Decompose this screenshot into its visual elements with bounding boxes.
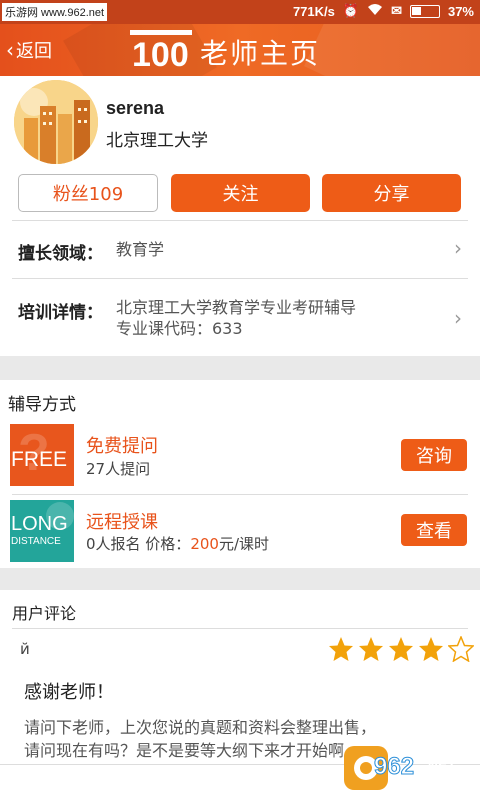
distance-icon-text: DISTANCE [11,536,61,547]
network-speed: 771K/s [292,3,335,19]
training-line2: 专业课代码：633 [116,319,243,338]
training-line1: 北京理工大学教育学专业考研辅导 [116,298,357,317]
source-label: 乐游网 www.962.net [2,3,108,21]
header-decoration [304,24,480,76]
free-icon-text: FREE [11,448,67,471]
wifi-icon [367,3,383,19]
expertise-value: 教育学 [116,240,165,259]
follow-button[interactable]: 关注 [171,174,310,212]
service-name: 远程授课 [86,512,158,533]
watermark-sub: 乐游网 [430,779,469,794]
watermark-number: 962 [374,753,414,780]
star-filled-icon [389,637,413,661]
service-sub: 27人提问 [86,460,151,478]
battery-level: 37% [447,3,474,19]
avatar[interactable] [14,80,98,164]
service-sub-prefix: 0人报名 价格： [86,535,191,553]
expertise-label: 擅长领域： [18,244,103,264]
tutoring-title: 辅导方式 [8,395,76,415]
share-button[interactable]: 分享 [322,174,461,212]
logo-text: 100 [132,36,189,70]
logo-100-icon: 100 [130,30,192,70]
chevron-right-icon: › [454,236,462,260]
back-label: 返回 [16,41,52,62]
fans-button[interactable]: 粉丝109 [18,174,158,212]
service-name: 免费提问 [86,436,158,457]
long-distance-icon: LONG DISTANCE [10,500,74,562]
alarm-icon: ⏰ [342,3,360,18]
profile-section: serena 北京理工大学 粉丝109 关注 分享 擅长领域： 教育学 › 培训… [0,76,480,356]
avatar-image [14,80,98,164]
review-rating [328,636,474,662]
watermark-suffix: .NET [424,757,456,773]
review-title: 感谢老师！ [24,682,114,703]
divider [12,628,468,629]
chevron-left-icon: ‹ [6,38,14,62]
divider [12,220,468,221]
top-bar: ‹ 返回 100 老师主页 [0,24,480,76]
star-empty-icon [448,636,474,662]
star-filled-icon [419,637,443,661]
service-price: 200 [190,535,219,553]
star-filled-icon [329,637,353,661]
tutoring-section: 辅导方式 ? FREE 免费提问 27人提问 咨询 LONG DISTANCE … [0,380,480,568]
star-filled-icon [359,637,383,661]
review-user: й [20,640,30,658]
watermark-logo: 962 .NET 乐游网 [344,746,469,794]
long-icon-text: LONG [11,513,68,535]
status-right: 771K/s ⏰ ✉ 37% [293,3,474,19]
chevron-right-icon: › [454,306,462,330]
battery-icon [409,4,440,18]
page-title: 老师主页 [200,37,321,70]
review-content-line2: 请问现在有吗？是不是要等大纲下来才开始啊 [24,741,345,760]
back-button[interactable]: ‹ 返回 [6,37,52,63]
reviews-title: 用户评论 [12,604,77,623]
view-button[interactable]: 查看 [401,514,467,546]
consult-button[interactable]: 咨询 [401,439,467,471]
status-bar: 乐游网 www.962.net 771K/s ⏰ ✉ 37% [0,0,480,24]
training-label: 培训详情： [18,303,103,323]
teacher-school: 北京理工大学 [106,131,208,151]
mail-icon: ✉ [391,3,402,18]
divider [12,278,468,279]
divider [12,494,468,495]
service-sub-suffix: 元/课时 [218,535,270,553]
free-icon: ? FREE [10,424,74,486]
review-content-line1: 请问下老师，上次您说的真题和资料会整理出售， [24,718,377,737]
teacher-name: serena [106,98,165,118]
service-sub: 0人报名 价格：200元/课时 [86,533,269,554]
